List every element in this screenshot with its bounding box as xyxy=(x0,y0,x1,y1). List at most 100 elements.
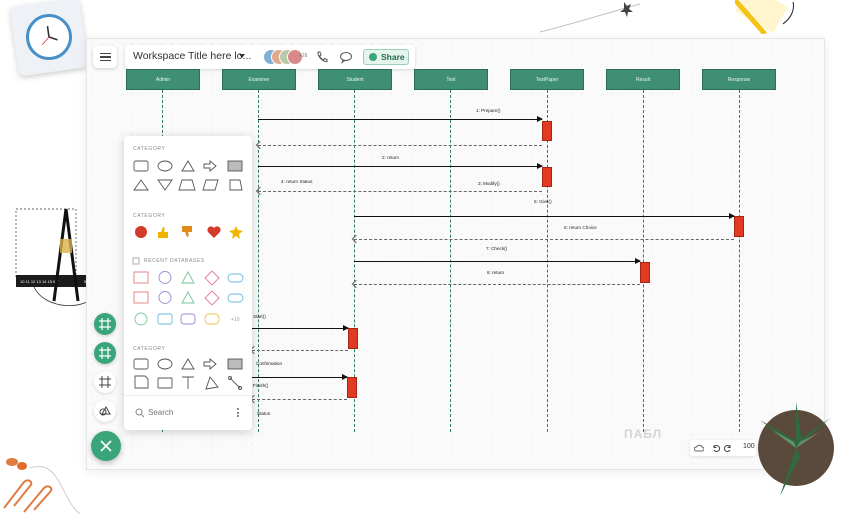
message-label[interactable]: Confirmation xyxy=(256,361,282,366)
reaction-icons-grid[interactable] xyxy=(134,224,244,240)
lifeline-test[interactable]: Test xyxy=(414,69,488,90)
recent-databases-heading: RECENT DATABASES xyxy=(144,258,205,264)
ellipse-shape-icon xyxy=(157,358,173,370)
category-heading: CATEGORY xyxy=(133,346,166,352)
collaborator-count: +26 xyxy=(299,53,308,59)
message-label[interactable]: 7: Check() xyxy=(486,246,507,251)
lifeline-testpaper[interactable]: TestPaper xyxy=(510,69,584,90)
shapes-tool-button[interactable] xyxy=(94,400,116,422)
message-label[interactable]: 2: return xyxy=(382,155,399,160)
activation-bar[interactable] xyxy=(542,121,552,141)
close-panel-button[interactable] xyxy=(91,431,121,461)
search-input[interactable] xyxy=(148,406,232,418)
lifeline-examiner[interactable]: Examiner xyxy=(222,69,296,90)
message-arrow[interactable] xyxy=(258,163,543,169)
message-return-arrow[interactable] xyxy=(258,191,542,192)
chat-icon[interactable] xyxy=(339,50,353,64)
clock-decoration xyxy=(9,0,89,77)
lifeline-response[interactable]: Response xyxy=(702,69,776,90)
divider xyxy=(124,395,252,396)
phone-icon[interactable] xyxy=(315,50,329,64)
frame-outline-tool-button[interactable] xyxy=(94,371,116,393)
parallelogram-shape-icon xyxy=(202,179,219,191)
activation-bar[interactable] xyxy=(734,216,744,237)
cloud-icon xyxy=(694,444,704,452)
globe-icon xyxy=(369,53,377,61)
menu-icon-line xyxy=(99,59,111,62)
rectangle-shape-icon xyxy=(133,291,149,304)
category-heading: CATEGORY xyxy=(133,213,166,219)
clock-face-icon xyxy=(23,11,75,63)
pill-shape-icon xyxy=(227,273,244,283)
message-arrow[interactable] xyxy=(354,258,641,264)
message-label[interactable]: 4: return Status xyxy=(281,179,312,184)
search-icon xyxy=(135,408,145,418)
basic-shapes-grid[interactable] xyxy=(132,158,246,198)
frame-icon xyxy=(99,318,111,330)
message-arrow[interactable] xyxy=(354,213,735,219)
sticky-note-icon xyxy=(134,375,149,389)
activation-bar[interactable] xyxy=(348,328,358,349)
message-return-arrow[interactable] xyxy=(354,284,640,285)
connector-icon xyxy=(229,377,241,389)
recent-shapes-grid[interactable] xyxy=(132,269,246,329)
circle-shape-icon xyxy=(158,291,172,304)
lifeline-admin[interactable]: Admin xyxy=(126,69,200,90)
redo-icon[interactable] xyxy=(724,444,732,452)
activation-bar[interactable] xyxy=(347,377,357,398)
pen-tool-icon xyxy=(205,376,219,390)
text-tool-icon xyxy=(182,376,194,389)
menu-icon xyxy=(99,52,111,55)
rounded-rect-shape-icon xyxy=(180,313,196,325)
plant-decoration xyxy=(758,402,834,496)
message-return-arrow[interactable] xyxy=(252,399,347,400)
message-label[interactable]: 5: Give() xyxy=(534,199,552,204)
rectangle-shape-icon xyxy=(133,358,149,370)
shapes-icon xyxy=(99,405,111,416)
hamburger-menu-button[interactable] xyxy=(93,46,117,68)
message-label[interactable]: 8: return xyxy=(487,270,504,275)
message-return-arrow[interactable] xyxy=(252,350,348,351)
rectangle-shape-icon xyxy=(133,271,149,284)
lifeline-line xyxy=(739,90,740,432)
message-return-arrow[interactable] xyxy=(354,239,734,240)
diamond-shape-icon xyxy=(204,290,220,306)
triangle-shape-icon xyxy=(181,160,195,172)
message-arrow[interactable] xyxy=(258,116,543,122)
message-arrow[interactable] xyxy=(252,325,349,331)
frame-tool-button[interactable] xyxy=(94,313,116,335)
undo-icon[interactable] xyxy=(712,444,720,452)
arrow-shape-icon xyxy=(203,358,217,370)
frame-tool-button-2[interactable] xyxy=(94,342,116,364)
chevron-down-icon[interactable] xyxy=(239,54,245,58)
rectangle-shape-icon xyxy=(133,160,149,172)
rounded-rect-shape-icon xyxy=(204,313,220,325)
share-button[interactable]: Share xyxy=(363,49,409,65)
frame-icon xyxy=(99,376,111,388)
message-return-arrow[interactable] xyxy=(258,145,542,146)
message-label[interactable]: Status xyxy=(257,411,270,416)
message-arrow[interactable] xyxy=(252,374,348,380)
message-label[interactable]: 1: Prepare() xyxy=(476,108,501,113)
lifeline-student[interactable]: Student xyxy=(318,69,392,90)
lifeline-result[interactable]: Result xyxy=(606,69,680,90)
rounded-rect-shape-icon xyxy=(157,313,173,325)
misc-shapes-grid[interactable] xyxy=(132,356,246,394)
workspace-title[interactable]: Workspace Title here lo... xyxy=(133,50,251,62)
message-label[interactable]: Finish() xyxy=(253,383,268,388)
more-options-icon[interactable] xyxy=(237,408,239,419)
thumbs-up-icon xyxy=(158,227,168,238)
trapezoid-shape-icon xyxy=(178,179,196,191)
curve-decoration xyxy=(540,2,641,33)
shape-search xyxy=(134,404,242,422)
message-label[interactable]: 3: Modify() xyxy=(478,181,500,186)
ellipse-shape-icon xyxy=(157,160,173,172)
activation-bar[interactable] xyxy=(542,167,552,187)
more-shapes-count[interactable]: +10 xyxy=(231,317,239,323)
svg-text:10 11 12 13 14 15 6 7: 10 11 12 13 14 15 6 7 xyxy=(20,279,59,284)
menu-icon-line xyxy=(99,56,111,58)
message-label[interactable]: Start() xyxy=(253,314,266,319)
activation-bar[interactable] xyxy=(640,262,650,283)
paperclips-decoration xyxy=(3,458,80,514)
message-label[interactable]: 6: return Choice xyxy=(564,225,597,230)
